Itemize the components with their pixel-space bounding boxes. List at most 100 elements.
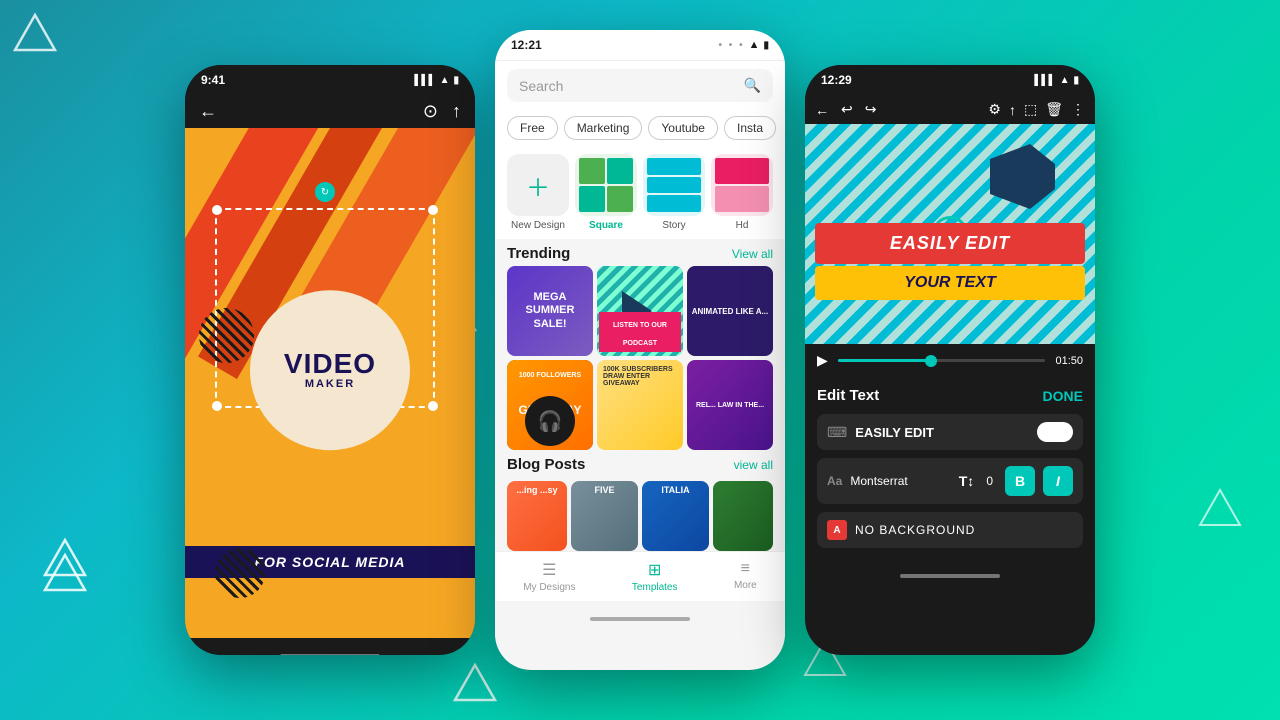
handle-bl[interactable] [212, 401, 222, 411]
template-hd[interactable]: Hd [711, 154, 773, 231]
right-bottom-bar [805, 558, 1095, 594]
trending-grid-2: 1000 FOLLOWERS GIVEAWAY 🎧 100K SUBSCRIBE… [495, 360, 785, 450]
story-label: Story [662, 220, 685, 231]
font-row: Aa Montserrat T↕ 0 B I [817, 458, 1083, 504]
redo-button[interactable]: ↪ [865, 101, 877, 118]
right-time: 12:29 [821, 73, 852, 87]
filter-insta[interactable]: Insta [724, 116, 776, 140]
back-button[interactable]: ← [199, 101, 217, 122]
template-square[interactable]: Square [575, 154, 637, 231]
handle-tr[interactable] [428, 205, 438, 215]
search-icon[interactable]: 🔍 [744, 77, 761, 94]
hatch-circle-bottom [215, 548, 265, 598]
progress-dot[interactable] [925, 355, 937, 367]
blog-item-4[interactable] [713, 481, 773, 551]
filter-free[interactable]: Free [507, 116, 558, 140]
toolbar-right: ⚙ ↑ ⬚ 🗑 ⋮ [988, 101, 1085, 118]
bold-button[interactable]: B [1005, 466, 1035, 496]
keyboard-icon: ⌨ [827, 424, 847, 441]
no-bg-row: A NO BACKGROUND [817, 512, 1083, 548]
left-time: 9:41 [201, 73, 225, 87]
text-toggle[interactable] [1037, 422, 1073, 442]
more-options-icon[interactable]: ⋮ [1071, 101, 1085, 118]
video-maker-canvas: ↻ VIDEO MAKER FOR SOCIAL MEDIA [185, 128, 475, 638]
trending-grid: MEGA SUMMER SALE! LISTEN TO OUR PODCAST … [495, 266, 785, 356]
delete-icon[interactable]: 🗑 [1045, 101, 1063, 118]
left-bottom-bar [185, 638, 475, 655]
more-label: More [734, 580, 757, 591]
canvas-red-banner: EASILY EDIT [815, 223, 1085, 264]
right-status-icons: ▌▌▌ ▲ ▮ [1034, 75, 1079, 86]
templates-icon: ⊞ [648, 560, 661, 580]
done-button[interactable]: DONE [1043, 388, 1083, 404]
font-size-value[interactable]: 0 [986, 474, 993, 488]
mid-three-dots: • • • [719, 40, 745, 51]
giveaway-followers: 1000 FOLLOWERS [519, 372, 581, 379]
megaphone-graphic [980, 139, 1065, 214]
trending-item-5[interactable]: 100K SUBSCRIBERS DRAW ENTER GIVEAWAY [597, 360, 683, 450]
mid-time: 12:21 [511, 38, 542, 52]
phone-left: 9:41 ▌▌▌ ▲ ▮ ← ⊙ ↑ [185, 65, 475, 655]
trending-item-6[interactable]: REL... LAW IN THE... [687, 360, 773, 450]
trending-item-3[interactable]: ANIMATED LIKE A... [687, 266, 773, 356]
trending-item-2[interactable]: LISTEN TO OUR PODCAST [597, 266, 683, 356]
trending-title: Trending [507, 245, 570, 262]
blog-item-3[interactable]: ITALIA [642, 481, 709, 551]
video-title: VIDEO [284, 350, 376, 378]
trending-text-3: ANIMATED LIKE A... [692, 307, 768, 316]
trending-view-all[interactable]: View all [732, 247, 773, 261]
rotate-handle[interactable]: ↻ [315, 182, 335, 202]
signal-icon: ▌▌▌ [414, 75, 435, 86]
blog-item-1[interactable]: ...ing ...sy [507, 481, 567, 551]
template-new-design[interactable]: ＋ New Design [507, 154, 569, 231]
filter-youtube[interactable]: Youtube [648, 116, 718, 140]
new-design-label: New Design [511, 220, 565, 231]
template-story[interactable]: Story [643, 154, 705, 231]
settings-icon[interactable]: ⚙ [988, 101, 1001, 118]
blog-item-2[interactable]: FIVE [571, 481, 638, 551]
right-canvas: ↻ EASILY EDIT YOUR TEXT [805, 124, 1095, 344]
chevron-background: ↻ EASILY EDIT YOUR TEXT [805, 124, 1095, 344]
search-bar[interactable]: Search 🔍 [507, 69, 773, 102]
text-input-value[interactable]: EASILY EDIT [855, 425, 1029, 440]
play-button[interactable]: ▶ [817, 352, 828, 369]
upload-icon[interactable]: ↑ [1009, 102, 1016, 118]
more-icon: ≡ [741, 560, 750, 578]
trending-text-1: MEGA SUMMER SALE! [513, 291, 587, 331]
share-button[interactable]: ↑ [452, 101, 461, 122]
square-label: Square [589, 220, 623, 231]
filter-marketing[interactable]: Marketing [564, 116, 643, 140]
rel-text: REL... LAW IN THE... [696, 402, 764, 409]
video-subtitle: MAKER [305, 378, 355, 390]
handle-tl[interactable] [212, 205, 222, 215]
save-button[interactable]: ⊙ [423, 101, 438, 122]
canvas-main-text: EASILY EDIT [825, 233, 1075, 254]
nav-my-designs[interactable]: ☰ My Designs [523, 560, 575, 593]
my-designs-label: My Designs [523, 582, 575, 593]
blog-section-header: Blog Posts view all [495, 450, 785, 477]
right-wifi-icon: ▲ [1060, 75, 1070, 86]
wifi-icon: ▲ [440, 75, 450, 86]
left-status-icons: ▌▌▌ ▲ ▮ [414, 75, 459, 86]
font-name[interactable]: Montserrat [850, 474, 950, 488]
nav-templates[interactable]: ⊞ Templates [632, 560, 678, 593]
back-toolbar-button[interactable]: ← [815, 102, 829, 118]
new-design-icon: ＋ [507, 154, 569, 216]
hatch-circle-left [199, 308, 254, 363]
left-top-bar: ← ⊙ ↑ [185, 95, 475, 128]
trending-item-4[interactable]: 1000 FOLLOWERS GIVEAWAY 🎧 [507, 360, 593, 450]
blog-view-all[interactable]: view all [734, 458, 773, 472]
nav-more[interactable]: ≡ More [734, 560, 757, 593]
undo-button[interactable]: ↩ [841, 101, 853, 118]
italic-button[interactable]: I [1043, 466, 1073, 496]
mid-bottom-bar [495, 601, 785, 637]
trending-item-1[interactable]: MEGA SUMMER SALE! [507, 266, 593, 356]
phone-right: 12:29 ▌▌▌ ▲ ▮ ← ↩ ↪ ⚙ ↑ ⬚ 🗑 ⋮ [805, 65, 1095, 655]
resize-icon[interactable]: ⬚ [1024, 101, 1037, 118]
mid-home-indicator [590, 617, 690, 621]
progress-bar[interactable] [838, 359, 1046, 362]
templates-label: Templates [632, 582, 678, 593]
handle-br[interactable] [428, 401, 438, 411]
no-bg-text[interactable]: NO BACKGROUND [855, 523, 975, 537]
right-home-indicator [900, 574, 1000, 578]
